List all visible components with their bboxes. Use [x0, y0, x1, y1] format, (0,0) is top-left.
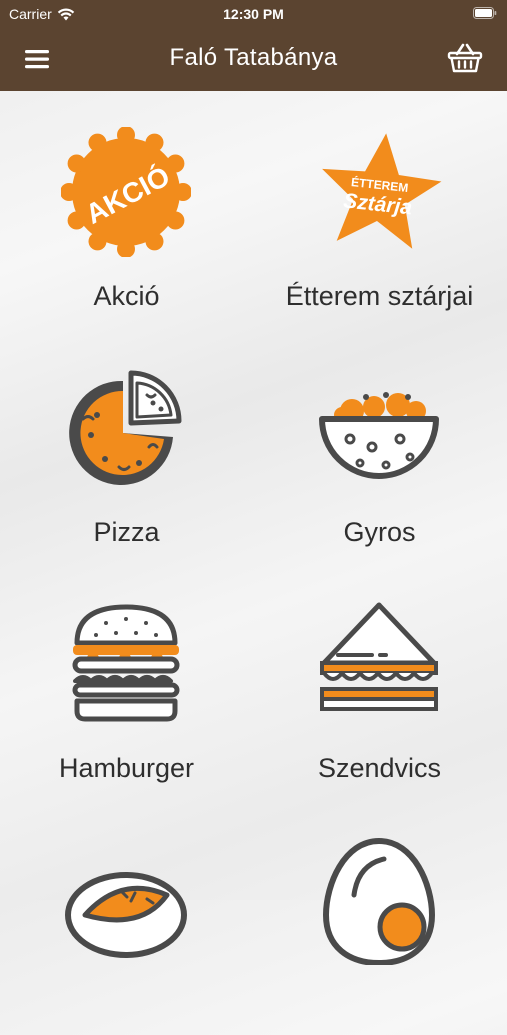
nav-bar: Faló Tatabánya [0, 28, 507, 91]
gyros-bowl-icon [319, 392, 439, 479]
category-szendvics[interactable]: Szendvics [253, 563, 506, 799]
category-grid: AKCIÓ Akció ÉTTEREM Sztárja Étterem sztá… [0, 91, 507, 965]
akcio-badge-icon: AKCIÓ [61, 127, 191, 257]
hamburger-icon [72, 604, 180, 722]
category-pizza[interactable]: Pizza [0, 327, 253, 563]
category-akcio[interactable]: AKCIÓ Akció [0, 91, 253, 327]
status-time: 12:30 PM [223, 6, 284, 22]
page-title: Faló Tatabánya [169, 44, 338, 71]
category-gyros[interactable]: Gyros [253, 327, 506, 563]
pastry-icon [65, 872, 187, 958]
category-label: Étterem sztárjai [285, 281, 474, 311]
category-label: Szendvics [317, 753, 442, 783]
pizza-icon [69, 370, 182, 485]
category-label: Akció [93, 281, 160, 311]
category-label: Hamburger [58, 753, 195, 783]
basket-icon[interactable] [447, 42, 483, 74]
category-label: Pizza [93, 517, 160, 547]
status-bar: Carrier 12:30 PM [0, 0, 507, 28]
sandwich-icon [320, 602, 438, 711]
category-label: Gyros [343, 517, 416, 547]
category-etterem-sztarjai[interactable]: ÉTTEREM Sztárja Étterem sztárjai [253, 91, 506, 327]
battery-icon [473, 7, 497, 19]
egg-icon [322, 837, 436, 965]
category-hamburger[interactable]: Hamburger [0, 563, 253, 799]
category-egg[interactable] [253, 799, 506, 1035]
category-pastry[interactable] [0, 799, 253, 1035]
star-badge-icon: ÉTTEREM Sztárja [322, 133, 442, 249]
